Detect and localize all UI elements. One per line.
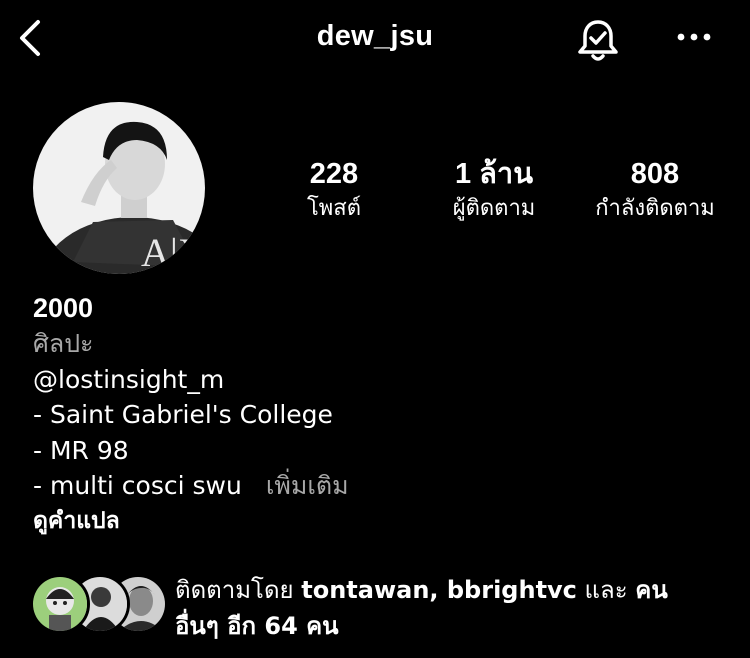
followed-by-row[interactable]: ติดตามโดย tontawan, bbrightvc และ คน อื่… — [30, 572, 750, 642]
profile-photo: A|X — [33, 102, 205, 274]
followers-count: 1 ล้าน — [454, 158, 534, 190]
profile-username: dew_jsu — [316, 20, 434, 52]
profile-display-name: 2000 — [33, 293, 94, 323]
followers-label: ผู้ติดตาม — [452, 196, 536, 221]
followed-by-text: ติดตามโดย tontawan, bbrightvc และ คน อื่… — [175, 572, 735, 644]
stat-followers[interactable]: 1 ล้าน ผู้ติดตาม — [424, 156, 564, 226]
profile-category: ศิลปะ — [33, 329, 94, 358]
profile-avatar[interactable]: A|X — [33, 102, 205, 274]
bio-line: - MR 98 — [33, 435, 129, 465]
stat-posts[interactable]: 228 โพสต์ — [284, 156, 384, 226]
top-navigation-bar: dew_jsu — [0, 0, 750, 78]
more-options-button[interactable] — [674, 24, 714, 50]
following-count: 808 — [630, 158, 680, 190]
following-label: กำลังติดตาม — [595, 196, 715, 221]
profile-bio: 2000 ศิลปะ @lostinsight_m - Saint Gabrie… — [33, 290, 723, 539]
bio-line-text: - multi cosci swu — [33, 471, 242, 500]
bio-line-last: - multi cosci swu เพิ่มเติม — [33, 468, 723, 504]
stat-following[interactable]: 808 กำลังติดตาม — [575, 156, 735, 226]
followed-by-prefix: ติดตามโดย — [175, 576, 294, 604]
followed-by-joiner: และ — [584, 576, 628, 604]
posts-count: 228 — [309, 158, 359, 190]
more-horizontal-icon — [677, 33, 711, 41]
posts-label: โพสต์ — [306, 196, 362, 221]
followed-by-others-count[interactable]: อื่นๆ อีก 64 คน — [175, 612, 339, 640]
bell-check-icon — [578, 20, 618, 61]
see-translation-link[interactable]: ดูคำแปล — [33, 504, 723, 540]
notifications-button[interactable] — [574, 16, 622, 64]
bio-mention-link[interactable]: @lostinsight_m — [33, 362, 723, 398]
bio-line: - Saint Gabriel's College — [33, 400, 333, 429]
follower-avatar — [30, 574, 90, 634]
followed-by-names[interactable]: tontawan, bbrightvc — [301, 576, 577, 604]
svg-text:A|X: A|X — [141, 230, 205, 274]
followed-by-others[interactable]: คน — [635, 576, 667, 604]
see-more-link[interactable]: เพิ่มเติม — [266, 471, 349, 500]
